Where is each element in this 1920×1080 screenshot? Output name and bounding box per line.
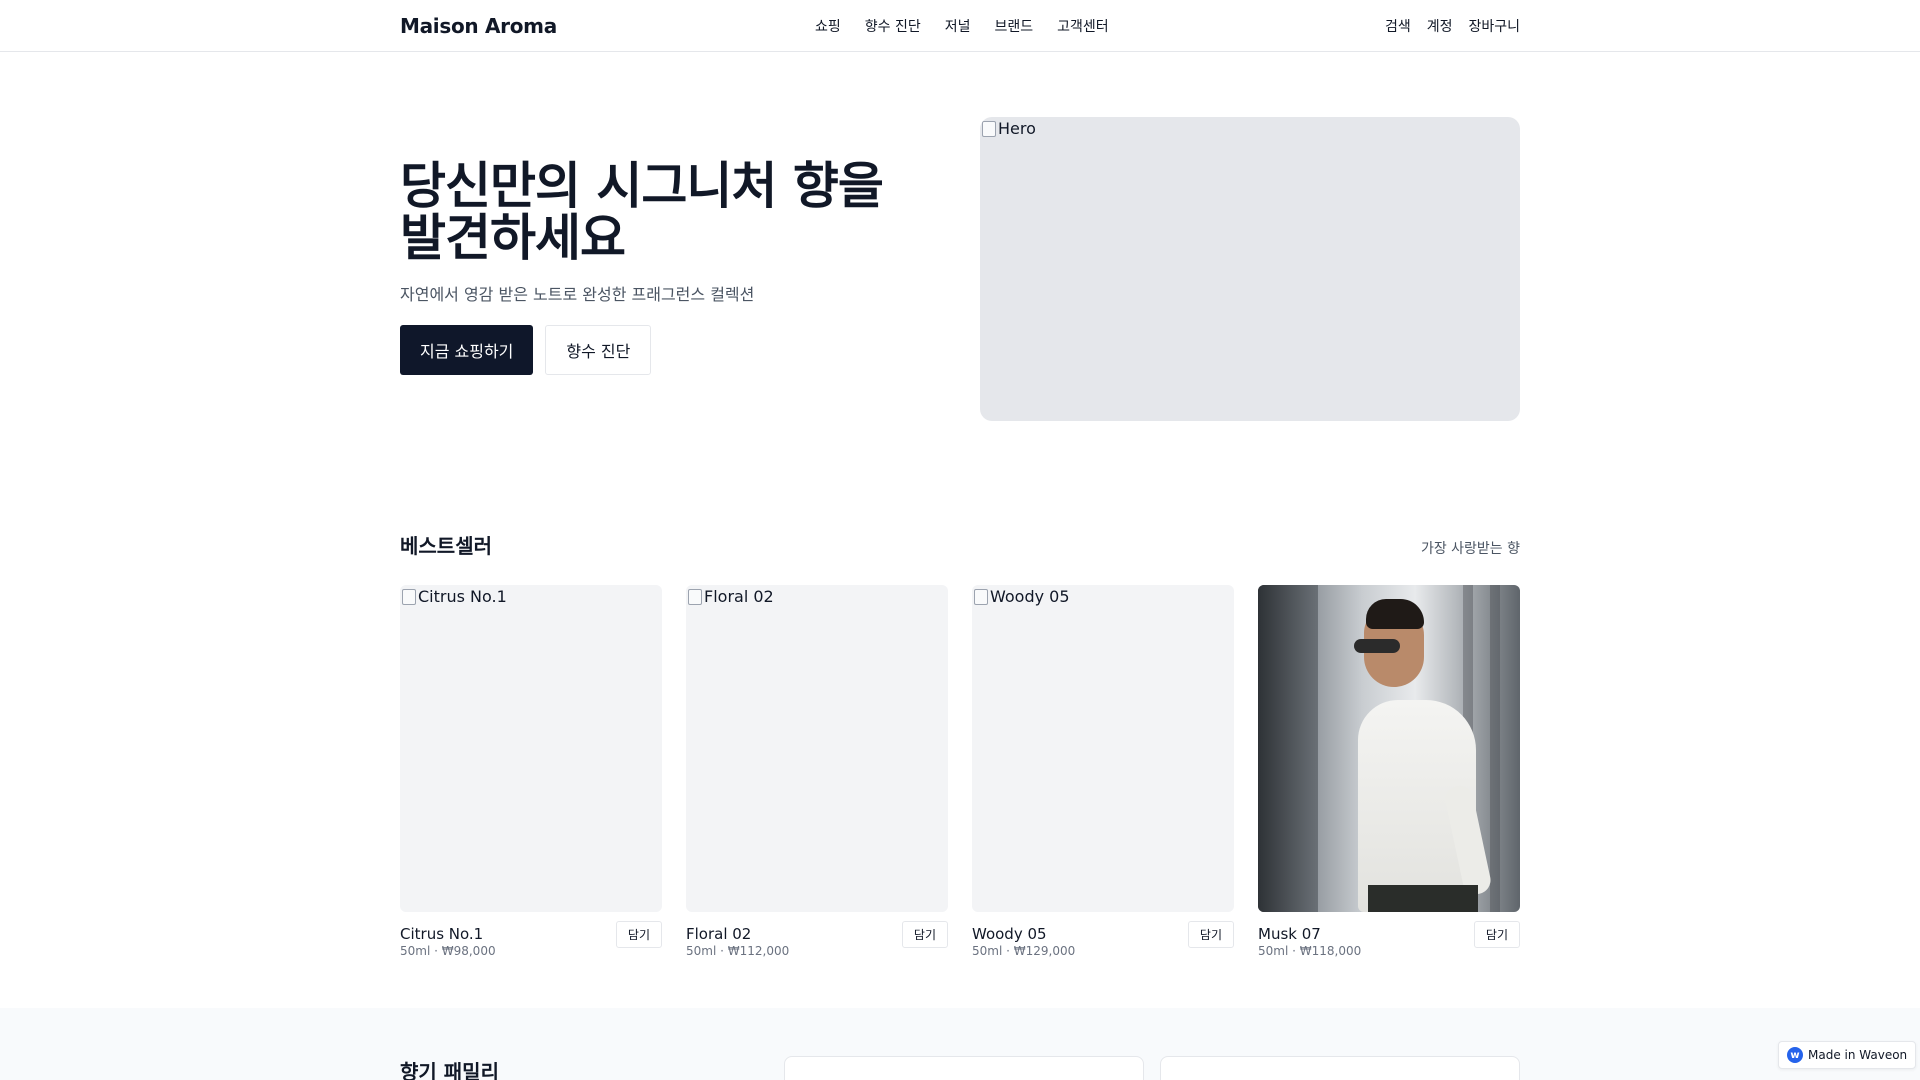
product-text: Woody 05 50ml · ₩129,000 xyxy=(972,925,1075,958)
broken-image-icon xyxy=(982,120,996,137)
hero-title: 당신만의 시그니처 향을 발견하세요 xyxy=(400,157,884,267)
fragrance-family-title: 향기 패밀리 xyxy=(400,1060,499,1080)
product-photo-man-in-white-shirt xyxy=(1258,585,1520,912)
broken-image-icon xyxy=(402,588,416,605)
nav-link-support[interactable]: 고객센터 xyxy=(1057,16,1109,36)
product-card[interactable]: Floral 02 Floral 02 50ml · ₩112,000 담기 xyxy=(686,585,948,958)
add-to-cart-button[interactable]: 담기 xyxy=(615,921,662,948)
broken-image-icon xyxy=(688,588,702,605)
hero-actions: 지금 쇼핑하기 향수 진단 xyxy=(400,325,940,375)
photo-hair xyxy=(1366,599,1424,629)
bestsellers-header: 베스트셀러 가장 사랑받는 향 xyxy=(400,530,1520,559)
add-to-cart-button[interactable]: 담기 xyxy=(901,921,948,948)
product-card[interactable]: Citrus No.1 Citrus No.1 50ml · ₩98,000 담… xyxy=(400,585,662,958)
product-meta: 50ml · ₩98,000 xyxy=(400,944,496,958)
product-info: Musk 07 50ml · ₩118,000 담기 xyxy=(1258,921,1520,958)
hero-subtitle: 자연에서 영감 받은 노트로 완성한 프래그런스 컬렉션 xyxy=(400,285,755,304)
product-info: Floral 02 50ml · ₩112,000 담기 xyxy=(686,921,948,958)
product-card[interactable]: Musk 07 50ml · ₩118,000 담기 xyxy=(1258,585,1520,958)
family-card[interactable] xyxy=(784,1056,1144,1080)
product-image[interactable] xyxy=(1258,585,1520,912)
product-info: Woody 05 50ml · ₩129,000 담기 xyxy=(972,921,1234,958)
bestsellers-title: 베스트셀러 xyxy=(400,534,492,558)
brand-logo[interactable]: Maison Aroma xyxy=(400,14,557,38)
product-meta: 50ml · ₩112,000 xyxy=(686,944,790,958)
product-info: Citrus No.1 50ml · ₩98,000 담기 xyxy=(400,921,662,958)
hero-image-alt-text: Hero xyxy=(998,119,1036,138)
product-image-alt-text: Floral 02 xyxy=(704,587,774,606)
search-link[interactable]: 검색 xyxy=(1385,16,1411,36)
product-name[interactable]: Floral 02 xyxy=(686,925,789,943)
broken-image-icon xyxy=(974,588,988,605)
utility-nav: 검색 계정 장바구니 xyxy=(1385,16,1520,36)
product-image-alt: Floral 02 xyxy=(688,587,774,606)
nav-link-brand[interactable]: 브랜드 xyxy=(995,16,1034,36)
product-meta: 50ml · ₩118,000 xyxy=(1258,944,1362,958)
product-card[interactable]: Woody 05 Woody 05 50ml · ₩129,000 담기 xyxy=(972,585,1234,958)
product-meta: 50ml · ₩129,000 xyxy=(972,944,1076,958)
account-link[interactable]: 계정 xyxy=(1427,16,1453,36)
cart-link[interactable]: 장바구니 xyxy=(1468,16,1520,36)
product-name[interactable]: Musk 07 xyxy=(1258,925,1361,943)
bestsellers-note: 가장 사랑받는 향 xyxy=(1420,541,1520,557)
nav-link-journal[interactable]: 저널 xyxy=(945,16,971,36)
badge-label: Made in Waveon xyxy=(1808,1048,1908,1062)
diagnosis-button[interactable]: 향수 진단 xyxy=(545,325,652,375)
made-in-waveon-badge[interactable]: w Made in Waveon xyxy=(1778,1041,1917,1069)
waveon-logo-icon: w xyxy=(1787,1047,1803,1063)
hero-image-alt: Hero xyxy=(982,119,1036,138)
main-nav: 쇼핑 향수 진단 저널 브랜드 고객센터 xyxy=(815,0,1109,52)
nav-link-diagnosis[interactable]: 향수 진단 xyxy=(865,16,921,36)
hero-image: Hero xyxy=(980,117,1520,421)
nav-link-shop[interactable]: 쇼핑 xyxy=(815,16,841,36)
product-text: Musk 07 50ml · ₩118,000 xyxy=(1258,925,1361,958)
photo-shadow xyxy=(1258,585,1318,912)
product-image-alt-text: Citrus No.1 xyxy=(418,587,507,606)
add-to-cart-button[interactable]: 담기 xyxy=(1473,921,1520,948)
product-image-alt: Citrus No.1 xyxy=(402,587,507,606)
product-image[interactable]: Floral 02 xyxy=(686,585,948,912)
family-card[interactable] xyxy=(1160,1056,1520,1080)
hero-section: 당신만의 시그니처 향을 발견하세요 자연에서 영감 받은 노트로 완성한 프래… xyxy=(400,160,940,375)
product-image-alt: Woody 05 xyxy=(974,587,1070,606)
photo-sunglasses xyxy=(1354,639,1400,653)
fragrance-family-section: 향기 패밀리 xyxy=(0,1008,1920,1080)
product-grid: Citrus No.1 Citrus No.1 50ml · ₩98,000 담… xyxy=(400,585,1520,958)
product-text: Citrus No.1 50ml · ₩98,000 xyxy=(400,925,496,958)
product-text: Floral 02 50ml · ₩112,000 xyxy=(686,925,789,958)
product-name[interactable]: Citrus No.1 xyxy=(400,925,496,943)
photo-building-column xyxy=(1490,585,1500,912)
header-inner: Maison Aroma 쇼핑 향수 진단 저널 브랜드 고객센터 검색 계정 … xyxy=(400,0,1520,52)
add-to-cart-button[interactable]: 담기 xyxy=(1187,921,1234,948)
product-name[interactable]: Woody 05 xyxy=(972,925,1075,943)
site-header: Maison Aroma 쇼핑 향수 진단 저널 브랜드 고객센터 검색 계정 … xyxy=(0,0,1920,52)
product-image-alt-text: Woody 05 xyxy=(990,587,1070,606)
product-image[interactable]: Citrus No.1 xyxy=(400,585,662,912)
shop-now-button[interactable]: 지금 쇼핑하기 xyxy=(400,325,534,375)
photo-pants xyxy=(1368,885,1478,912)
product-image[interactable]: Woody 05 xyxy=(972,585,1234,912)
